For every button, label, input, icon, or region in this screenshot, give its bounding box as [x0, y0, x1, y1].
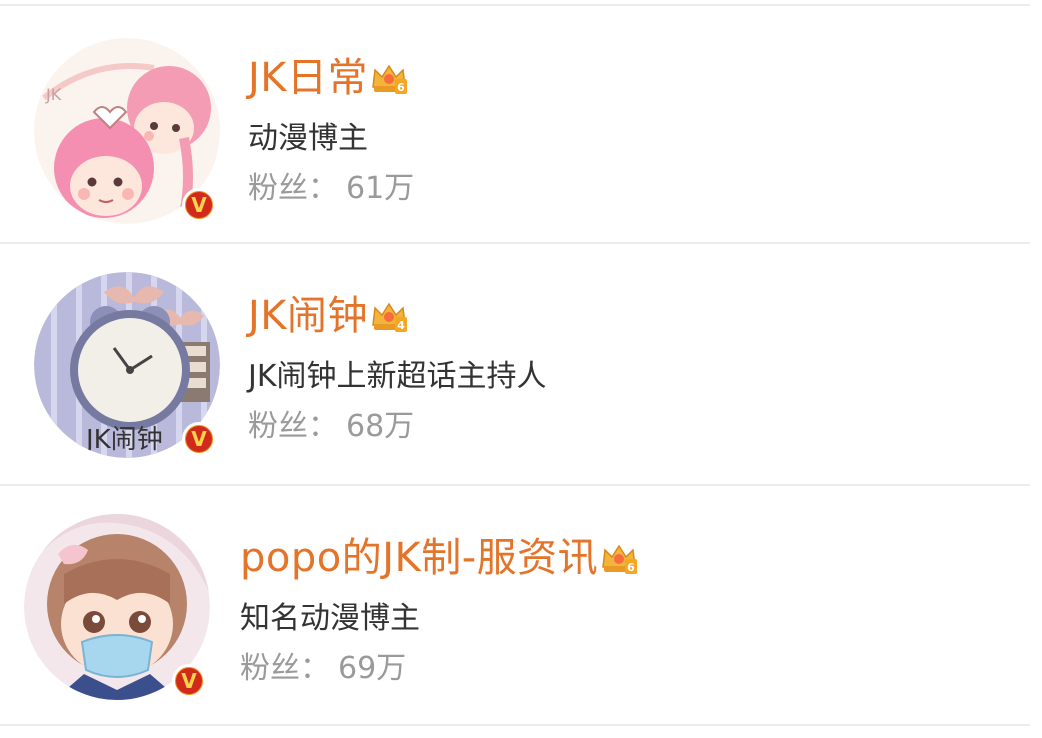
account-info: popo的JK制-服资讯 6 知名动漫博主 粉丝： 69万: [240, 534, 638, 688]
avatar[interactable]: JK闹钟 V: [34, 272, 220, 458]
account-row-jk-daily[interactable]: JK V JK日常 6 动漫博主 粉丝： 61万: [0, 6, 1030, 242]
svg-text:6: 6: [627, 561, 635, 574]
fans-value: 69万: [338, 651, 407, 686]
account-name[interactable]: JK闹钟: [248, 292, 368, 340]
verified-badge: V: [172, 664, 206, 698]
fans-label: 粉丝：: [248, 409, 338, 444]
account-name[interactable]: popo的JK制-服资讯: [240, 534, 598, 582]
fans-count: 粉丝： 68万: [248, 408, 547, 446]
account-description: JK闹钟上新超话主持人: [248, 359, 547, 394]
account-description: 动漫博主: [248, 121, 368, 156]
account-row-popo[interactable]: V popo的JK制-服资讯 6 知名动漫博主 粉丝： 69万: [0, 486, 1030, 722]
svg-text:JK闹钟: JK闹钟: [84, 425, 163, 455]
divider: [0, 724, 1030, 726]
fans-label: 粉丝：: [240, 651, 330, 686]
account-description: 知名动漫博主: [240, 601, 420, 636]
fans-value: 68万: [346, 409, 415, 444]
fans-count: 粉丝： 69万: [240, 650, 638, 688]
svg-text:4: 4: [397, 319, 405, 332]
avatar[interactable]: JK V: [34, 38, 220, 224]
account-list: JK V JK日常 6 动漫博主 粉丝： 61万 JK闹钟 V JK闹钟 4 J…: [0, 0, 1042, 738]
fans-label: 粉丝：: [248, 171, 338, 206]
avatar[interactable]: V: [24, 514, 210, 700]
account-info: JK日常 6 动漫博主 粉丝： 61万: [248, 54, 414, 208]
verified-badge: V: [182, 422, 216, 456]
account-name[interactable]: JK日常: [248, 54, 368, 102]
crown-icon: 6: [372, 64, 408, 94]
fans-value: 61万: [346, 171, 415, 206]
crown-icon: 4: [372, 302, 408, 332]
account-row-jk-alarm[interactable]: JK闹钟 V JK闹钟 4 JK闹钟上新超话主持人 粉丝： 68万: [0, 244, 1030, 480]
crown-icon: 6: [602, 544, 638, 574]
account-info: JK闹钟 4 JK闹钟上新超话主持人 粉丝： 68万: [248, 292, 547, 446]
svg-text:JK: JK: [45, 85, 62, 104]
fans-count: 粉丝： 61万: [248, 170, 414, 208]
verified-badge: V: [182, 188, 216, 222]
svg-text:6: 6: [397, 81, 405, 94]
